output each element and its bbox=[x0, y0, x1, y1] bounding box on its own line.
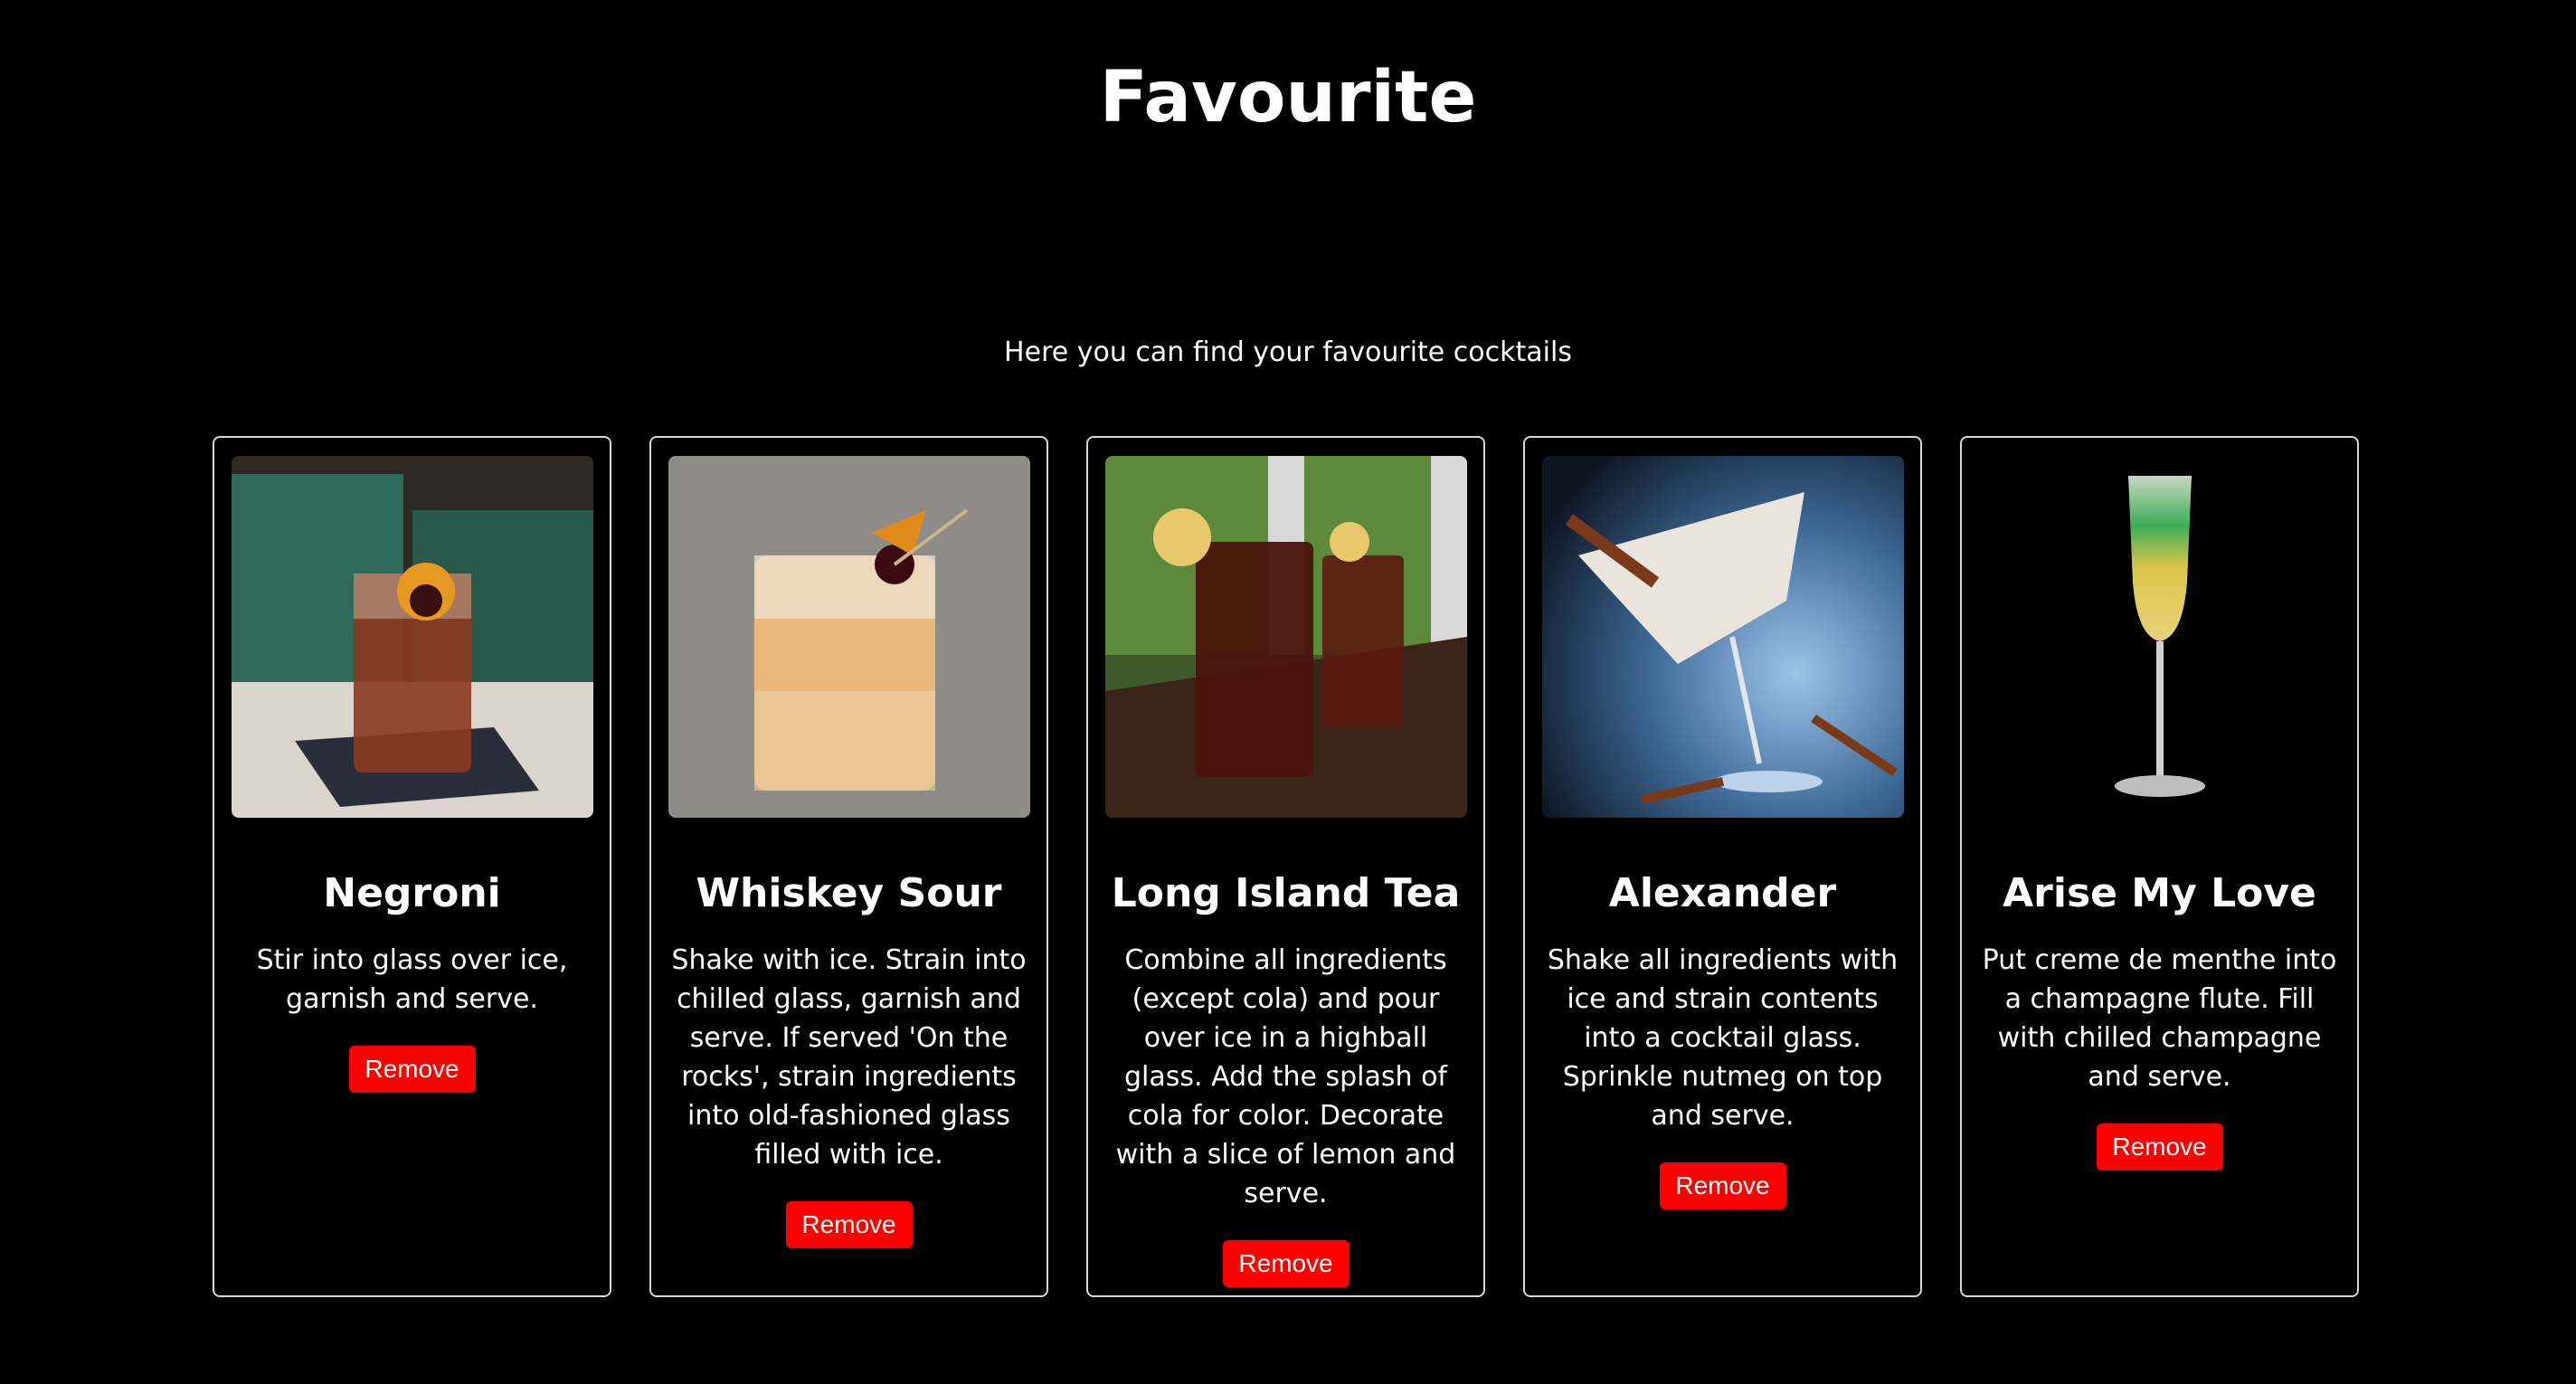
remove-button[interactable]: Remove bbox=[1222, 1240, 1350, 1287]
remove-button[interactable]: Remove bbox=[1659, 1162, 1786, 1209]
cocktail-card: Negroni Stir into glass over ice, garnis… bbox=[213, 436, 611, 1297]
cocktail-name: Long Island Tea bbox=[1111, 870, 1461, 916]
cocktail-card: Arise My Love Put creme de menthe into a… bbox=[1960, 436, 2359, 1297]
remove-button[interactable]: Remove bbox=[348, 1046, 476, 1093]
page-subtitle: Here you can find your favourite cocktai… bbox=[1004, 337, 1572, 368]
cocktail-card: Whiskey Sour Shake with ice. Strain into… bbox=[649, 436, 1048, 1297]
cocktail-name: Whiskey Sour bbox=[696, 870, 1002, 916]
cocktail-instructions: Shake with ice. Strain into chilled glas… bbox=[671, 944, 1027, 1171]
cocktail-card-list: Negroni Stir into glass over ice, garnis… bbox=[213, 436, 2365, 1297]
cocktail-name: Arise My Love bbox=[2003, 870, 2316, 916]
remove-button[interactable]: Remove bbox=[785, 1201, 913, 1248]
cocktail-card: Alexander Shake all ingredients with ice… bbox=[1523, 436, 1922, 1297]
page-title: Favourite bbox=[1099, 57, 1477, 138]
cocktail-image bbox=[231, 456, 593, 818]
cocktail-image bbox=[1104, 456, 1467, 818]
cocktail-name: Alexander bbox=[1608, 870, 1837, 916]
cocktail-instructions: Shake all ingredients with ice and strai… bbox=[1547, 944, 1899, 1132]
cocktail-card: Long Island Tea Combine all ingredients … bbox=[1086, 436, 1485, 1297]
remove-button[interactable]: Remove bbox=[2096, 1123, 2223, 1171]
cocktail-image bbox=[1541, 456, 1904, 818]
cocktail-image bbox=[1978, 456, 2341, 818]
cocktail-instructions: Combine all ingredients (except cola) an… bbox=[1115, 944, 1456, 1209]
cocktail-instructions: Put creme de menthe into a champagne flu… bbox=[1982, 944, 2337, 1093]
cocktail-name: Negroni bbox=[323, 870, 501, 916]
cocktail-instructions: Stir into glass over ice, garnish and se… bbox=[256, 944, 568, 1015]
cocktail-image bbox=[668, 456, 1030, 818]
